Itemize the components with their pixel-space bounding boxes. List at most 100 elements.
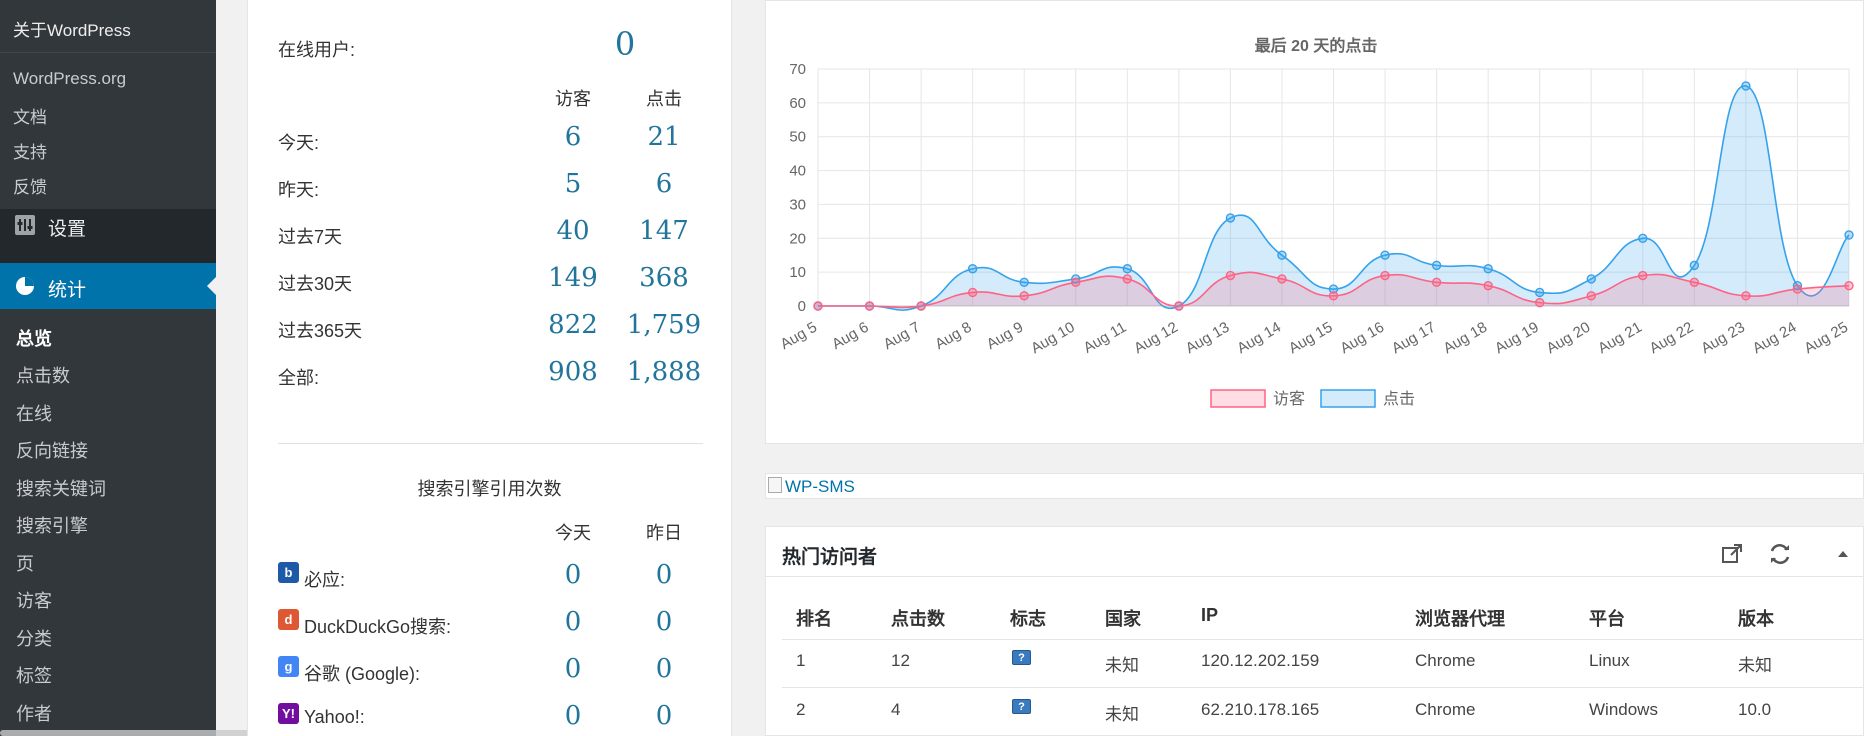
today-visits[interactable]: 21 (614, 122, 714, 152)
chart-x-tick-label: Aug 19 (1492, 319, 1542, 357)
yahoo-yesterday[interactable]: 0 (614, 701, 714, 731)
duckduckgo-today[interactable]: 0 (523, 607, 623, 637)
broken-image-icon (768, 477, 782, 493)
submenu-referrers[interactable]: 反向链接 (16, 437, 88, 463)
chart-x-tick-label: Aug 5 (778, 319, 820, 353)
yahoo-icon: Y! (278, 703, 299, 724)
chart-point-0 (1431, 277, 1442, 287)
col-today-header: 今天 (555, 523, 591, 543)
settings-icon (15, 215, 35, 235)
google-today[interactable]: 0 (523, 654, 623, 684)
submenu-authors[interactable]: 作者 (16, 700, 52, 726)
menu-statistics[interactable]: 统计 (0, 263, 216, 309)
online-users-value[interactable]: 0 (575, 25, 675, 63)
year-visitors[interactable]: 822 (523, 310, 623, 340)
duckduckgo-yesterday[interactable]: 0 (614, 607, 714, 637)
week-visitors[interactable]: 40 (523, 216, 623, 246)
chart-point-1 (1380, 250, 1390, 260)
row-yesterday-label: 昨天: (278, 180, 320, 200)
yahoo-today[interactable]: 0 (523, 701, 623, 731)
submenu-online[interactable]: 在线 (16, 400, 52, 426)
submenu-search-engines[interactable]: 搜索引擎 (16, 512, 88, 538)
summary-divider (278, 443, 703, 444)
wordpress-org-link[interactable]: WordPress.org (13, 69, 126, 89)
chart-point-1 (1225, 213, 1236, 223)
chart-point-0 (916, 301, 926, 311)
chart-point-0 (1225, 270, 1236, 281)
duckduckgo-icon: d (278, 609, 299, 630)
chart-title: 最后 20 天的点击 (1255, 36, 1378, 55)
chart-x-tick-label: Aug 13 (1183, 319, 1233, 357)
panel-header-divider (766, 576, 1864, 577)
row2-rank: 2 (796, 700, 806, 719)
chart-y-tick-label: 10 (789, 264, 806, 281)
today-visitors[interactable]: 6 (523, 122, 623, 152)
menu-settings-label: 设置 (48, 219, 87, 240)
row1-ip[interactable]: 120.12.202.159 (1201, 651, 1319, 671)
chart-x-tick-label: Aug 14 (1234, 319, 1284, 357)
menu-settings[interactable]: 设置 (0, 202, 216, 248)
documentation-link[interactable]: 文档 (13, 103, 47, 128)
submenu-visitors[interactable]: 访客 (16, 587, 52, 613)
yesterday-visits[interactable]: 6 (614, 169, 714, 199)
legend-label-0: 访客 (1273, 390, 1305, 408)
chart-x-tick-label: Aug 18 (1440, 319, 1490, 357)
row2-ip[interactable]: 62.210.178.165 (1201, 700, 1319, 720)
col-flag: 标志 (1010, 609, 1046, 629)
year-visits[interactable]: 1,759 (614, 310, 714, 340)
row-total-label: 全部: (278, 368, 320, 388)
month-visitors[interactable]: 149 (523, 263, 623, 293)
pie-chart-icon (16, 277, 34, 295)
legend-swatch-1 (1320, 389, 1376, 408)
chart-point-0 (1122, 274, 1132, 284)
submenu-categories[interactable]: 分类 (16, 625, 52, 651)
collapse-arrow-icon[interactable] (1830, 541, 1856, 567)
bing-label: 必应: (304, 570, 346, 590)
submenu-overview[interactable]: 总览 (16, 325, 52, 351)
refresh-icon[interactable] (1767, 541, 1793, 567)
col-yesterday-header: 昨日 (646, 523, 682, 543)
chart-point-0 (1328, 291, 1339, 301)
chart-point-1 (1483, 264, 1493, 274)
col-hits: 点击数 (891, 609, 945, 629)
support-link[interactable]: 支持 (13, 138, 47, 163)
about-wordpress-flyout: 关于WordPress WordPress.org 文档 支持 反馈 (0, 0, 216, 209)
search-engine-title: 搜索引擎引用次数 (417, 479, 562, 499)
col-ip: IP (1201, 605, 1219, 625)
submenu-tags[interactable]: 标签 (16, 662, 52, 688)
submenu-pages[interactable]: 页 (16, 550, 34, 576)
external-link-icon[interactable] (1719, 541, 1745, 567)
chart-point-1 (1431, 260, 1442, 271)
yahoo-label: Yahoo!: (304, 707, 365, 727)
month-visits[interactable]: 368 (614, 263, 714, 293)
chart-point-0 (1586, 291, 1596, 301)
wp-sms-banner[interactable]: WP-SMS (765, 473, 1864, 499)
chart-point-0 (1689, 277, 1700, 287)
chart-point-0 (1638, 270, 1648, 281)
top-visitors-title: 热门访问者 (782, 547, 878, 568)
chart-legend[interactable]: 访客 点击 (1210, 389, 1415, 408)
col-rank: 排名 (796, 609, 832, 629)
week-visits[interactable]: 147 (614, 216, 714, 246)
row-today-label: 今天: (278, 133, 320, 153)
chart-point-1 (1535, 287, 1545, 298)
chart-point-0 (1535, 297, 1545, 308)
unknown-flag-icon: ? (1012, 650, 1031, 665)
google-yesterday[interactable]: 0 (614, 654, 714, 684)
chart-point-0 (967, 287, 978, 298)
yesterday-visitors[interactable]: 5 (523, 169, 623, 199)
row1-platform: Linux (1589, 651, 1630, 670)
submenu-search-words[interactable]: 搜索关键词 (16, 475, 106, 501)
total-visits[interactable]: 1,888 (614, 357, 714, 387)
chart-x-tick-label: Aug 16 (1337, 319, 1387, 357)
bing-today[interactable]: 0 (523, 560, 623, 590)
total-visitors[interactable]: 908 (523, 357, 623, 387)
about-wordpress-link[interactable]: 关于WordPress (13, 16, 131, 41)
submenu-hits[interactable]: 点击数 (16, 362, 70, 388)
wp-sms-alt-text[interactable]: WP-SMS (785, 477, 855, 497)
chart-point-1 (1638, 233, 1648, 243)
feedback-link[interactable]: 反馈 (13, 173, 47, 198)
row1-agent: Chrome (1415, 651, 1476, 670)
bing-yesterday[interactable]: 0 (614, 560, 714, 590)
col-platform: 平台 (1589, 609, 1625, 629)
